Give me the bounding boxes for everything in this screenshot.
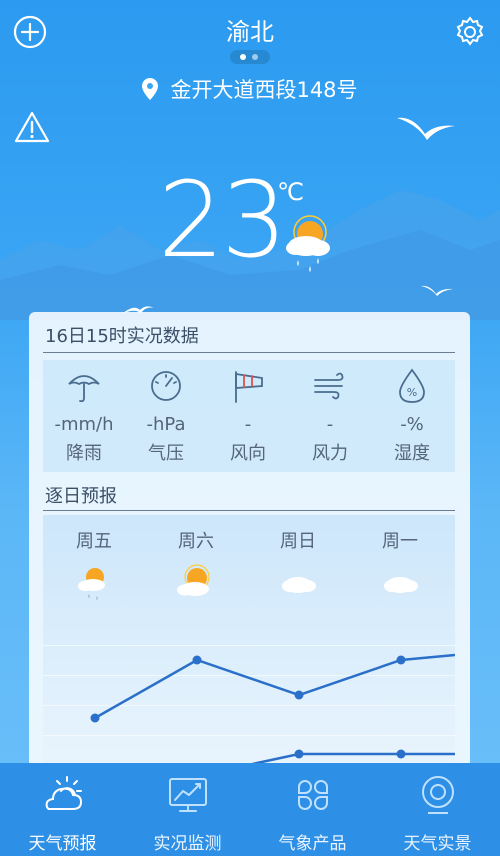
obs-value: -% [400,414,424,435]
windsock-icon [235,371,263,403]
temperature-unit: ℃ [277,178,304,206]
obs-label: 降雨 [66,443,102,464]
obs-value: -hPa [146,414,186,435]
obs-wind-force: - 风力 [289,368,371,465]
nav-live-monitoring[interactable]: 实况监测 [125,763,250,856]
obs-value: - [326,414,334,435]
svg-text:%: % [407,386,417,399]
high-temp-point [192,655,202,665]
forecast-panel[interactable]: 周五 周六 周日 周一 [43,515,455,782]
partly-sunny-rain-icon [286,215,330,272]
obs-label: 风力 [312,443,348,464]
monitor-chart-icon [168,778,207,812]
obs-label: 湿度 [394,443,430,464]
bottom-nav: 天气预报 实况监测 气象产品 天气实景 [0,763,500,856]
page-dot [252,54,258,60]
obs-label: 气压 [148,443,184,464]
nav-label: 天气实景 [403,834,472,854]
seagull-icon [421,285,453,296]
seagull-icon [397,117,455,140]
nav-label: 气象产品 [278,834,347,854]
high-temp-point [294,690,304,700]
city-title[interactable]: 渝北 [0,12,500,47]
obs-humidity: % -% 湿度 [371,368,453,465]
high-temp-point [90,713,100,723]
obs-label: 风向 [230,443,266,464]
nav-live-scene[interactable]: 天气实景 [375,763,500,856]
obs-value: -mm/h [54,414,114,435]
forecast-title: 逐日预报 [45,486,117,507]
nav-weather-forecast[interactable]: 天气预报 [0,763,125,856]
location-row[interactable]: 金开大道西段148号 [0,74,500,104]
divider [43,510,455,511]
low-temp-point [294,749,304,759]
umbrella-icon [68,375,100,403]
products-grid-icon [297,780,328,810]
obs-value: - [244,414,252,435]
page-indicator [230,50,270,64]
observation-panel: -mm/h 降雨 -hPa 气压 - 风向 - 风力 % -% 湿度 [43,360,455,472]
top-bar: 渝北 [0,0,500,70]
weather-forecast-icon [45,776,82,810]
wind-icon [314,372,344,400]
page-dot-active [240,54,246,60]
weather-card: 16日15时实况数据 -mm/h 降雨 -hPa 气压 - 风向 - 风力 % … [29,312,470,782]
warning-icon[interactable] [14,110,50,144]
nav-weather-products[interactable]: 气象产品 [250,763,375,856]
humidity-drop-icon: % [399,368,425,403]
nav-label: 实况监测 [153,834,222,854]
high-temp-point [396,655,406,665]
obs-rain: -mm/h 降雨 [43,368,125,465]
temperature-trend-chart [90,653,455,767]
nav-label: 天气预报 [28,834,97,854]
gauge-icon [151,371,181,401]
location-text: 金开大道西段148号 [170,78,358,102]
current-temperature: 23 [158,159,287,281]
observation-title: 16日15时实况数据 [45,326,199,347]
gear-icon[interactable] [452,14,488,50]
live-camera-icon [421,776,454,814]
location-pin-icon [142,78,159,100]
obs-wind-direction: - 风向 [207,368,289,465]
divider [43,352,455,353]
low-temp-point [396,749,406,759]
obs-pressure: -hPa 气压 [125,368,207,465]
